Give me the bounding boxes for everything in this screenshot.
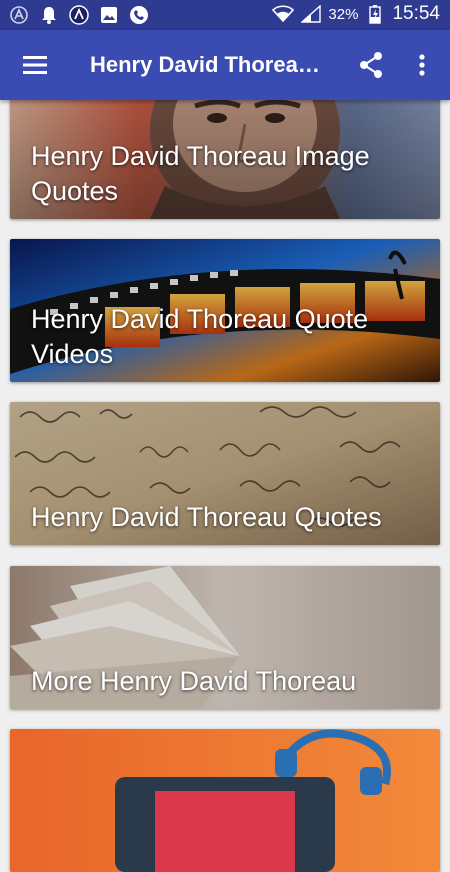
notification-bell-icon (38, 4, 60, 26)
status-system-icons: 32% 15:54 (272, 3, 440, 25)
card-label: Henry David Thoreau Quotes (31, 502, 382, 532)
card-quotes[interactable]: Henry David Thoreau Quotes (10, 402, 440, 545)
app-bar: Henry David Thoreau Quotes (0, 30, 450, 100)
card-label: Henry David Thoreau Image Quotes (31, 141, 370, 206)
hamburger-menu-icon[interactable] (20, 52, 50, 78)
battery-percent: 32% (328, 5, 359, 23)
image-icon (98, 4, 120, 26)
card-apps[interactable] (10, 729, 440, 872)
phone-icon (128, 4, 150, 26)
card-more[interactable]: More Henry David Thoreau (10, 566, 440, 709)
app-icon (68, 4, 90, 26)
card-label: Henry David Thoreau Quote Videos (31, 304, 369, 369)
page-title: Henry David Thoreau Quotes (90, 52, 330, 77)
more-vertical-icon[interactable] (410, 50, 434, 80)
card-label: More Henry David Thoreau (31, 666, 357, 696)
card-quote-videos[interactable]: Henry David Thoreau Quote Videos (10, 239, 440, 382)
headphones-tablet-image (10, 729, 440, 872)
battery-charging-icon (364, 3, 386, 25)
clock-time: 15:54 (392, 3, 440, 24)
status-bar: 32% 15:54 (0, 0, 450, 30)
status-notification-icons (8, 4, 150, 26)
avast-icon (8, 4, 30, 26)
wifi-icon (272, 3, 295, 25)
signal-icon (300, 3, 322, 25)
share-icon[interactable] (356, 50, 386, 80)
